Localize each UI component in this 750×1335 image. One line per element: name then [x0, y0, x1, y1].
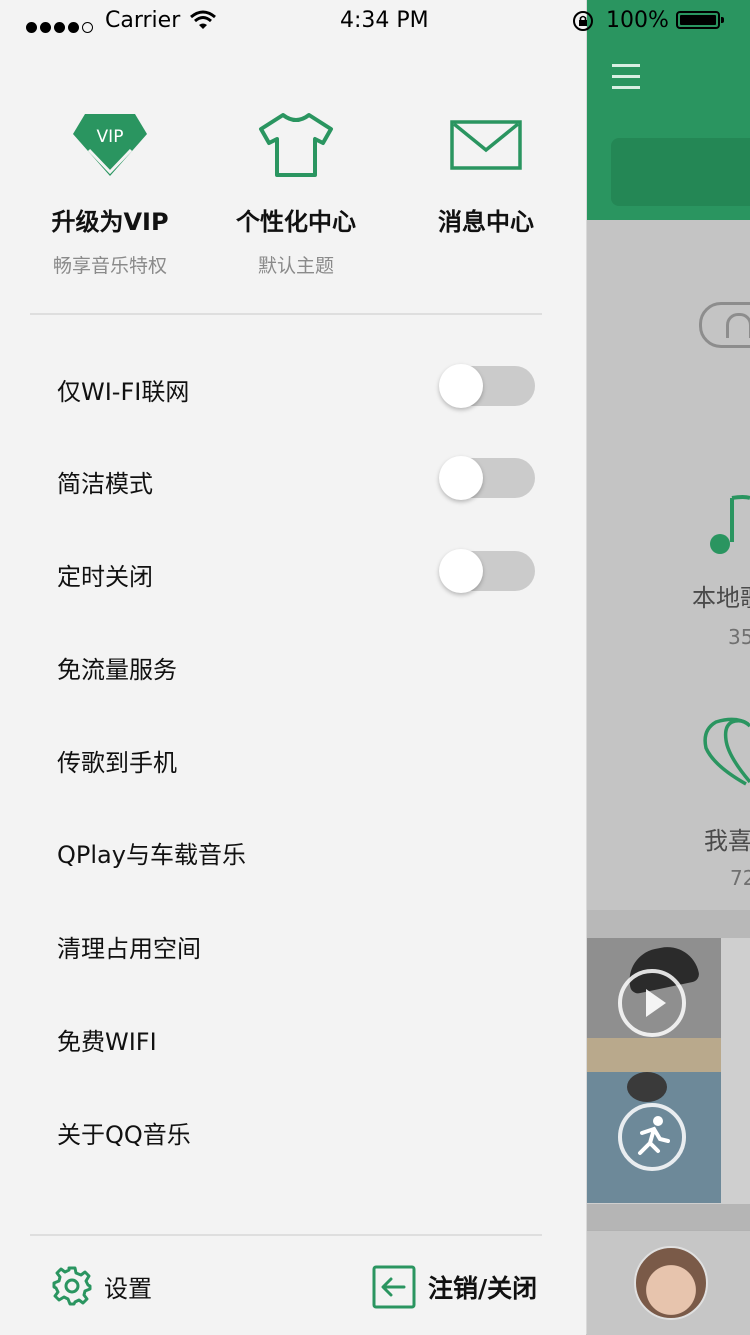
menu-item-label: 清理占用空间 [57, 935, 201, 963]
heart-icon [703, 717, 750, 786]
listen-pill-button[interactable] [699, 302, 750, 348]
message-center-title: 消息中心 [438, 208, 534, 236]
hamburger-menu-icon[interactable] [612, 64, 640, 90]
menu-item-free-data[interactable]: 免流量服务 [57, 636, 537, 696]
menu-item-label: 简洁模式 [57, 470, 153, 498]
menu-item-label: 定时关闭 [57, 563, 153, 591]
logout-close-button[interactable]: 注销/关闭 [372, 1264, 537, 1310]
local-songs-count: 35 [728, 625, 750, 649]
music-note-icon [710, 495, 750, 554]
personalization-center-title: 个性化中心 [236, 208, 356, 236]
menu-item-label: QPlay与车载音乐 [57, 841, 246, 869]
simple-mode-toggle[interactable] [439, 456, 535, 500]
divider [30, 313, 542, 315]
battery-icon [676, 11, 724, 29]
upgrade-vip-button[interactable]: VIP 升级为VIP 畅享音乐特权 [20, 100, 200, 278]
favorites-label[interactable]: 我喜 [704, 821, 750, 856]
battery-percentage: 100% [606, 8, 669, 33]
menu-item-label: 关于QQ音乐 [57, 1121, 191, 1149]
headphones-icon [726, 313, 750, 338]
menu-item-label: 传歌到手机 [57, 749, 177, 777]
status-bar: Carrier 4:34 PM 100% [0, 0, 750, 40]
menu-item-simple-mode[interactable]: 简洁模式 [57, 450, 537, 510]
menu-item-transfer-songs[interactable]: 传歌到手机 [57, 729, 537, 789]
personalization-center-button[interactable]: 个性化中心 默认主题 [206, 100, 386, 278]
menu-item-wifi-only[interactable]: 仅WI-FI联网 [57, 358, 537, 418]
wifi-icon [190, 10, 216, 29]
tshirt-icon [259, 113, 333, 177]
rotation-lock-icon [573, 11, 593, 31]
play-icon[interactable] [618, 969, 686, 1037]
menu-item-free-wifi[interactable]: 免费WIFI [57, 1008, 537, 1068]
gear-icon [52, 1266, 92, 1306]
playlist-thumbnail[interactable] [587, 938, 721, 1072]
signal-strength-icon [26, 14, 96, 39]
settings-label: 设置 [104, 1274, 152, 1303]
timer-close-toggle[interactable] [439, 549, 535, 593]
side-drawer: VIP 升级为VIP 畅享音乐特权 个性化中心 默认主题 消息中心 仅WI-FI… [0, 0, 587, 1334]
personalization-center-subtitle: 默认主题 [257, 255, 334, 277]
logout-close-label: 注销/关闭 [428, 1274, 538, 1303]
local-songs-label[interactable]: 本地歌 [692, 578, 750, 613]
menu-item-timer-close[interactable]: 定时关闭 [57, 543, 537, 603]
menu-item-label: 免流量服务 [57, 656, 177, 684]
upgrade-vip-subtitle: 畅享音乐特权 [52, 255, 167, 277]
running-icon[interactable] [618, 1103, 686, 1171]
upgrade-vip-title: 升级为VIP [51, 208, 169, 236]
clock: 4:34 PM [340, 8, 429, 33]
menu-item-clear-storage[interactable]: 清理占用空间 [57, 915, 537, 975]
svg-text:VIP: VIP [97, 127, 124, 147]
wifi-only-toggle[interactable] [439, 364, 535, 408]
section-divider [586, 1204, 750, 1230]
search-bar[interactable] [611, 138, 750, 206]
vip-diamond-icon: VIP [73, 114, 147, 176]
menu-item-qplay[interactable]: QPlay与车载音乐 [57, 821, 537, 881]
divider [30, 1234, 542, 1236]
menu-item-label: 仅WI-FI联网 [57, 378, 190, 406]
menu-item-label: 免费WIFI [57, 1028, 157, 1056]
section-divider [586, 910, 750, 938]
settings-button[interactable]: 设置 [52, 1264, 152, 1308]
running-thumbnail[interactable] [587, 1072, 721, 1203]
logout-icon [372, 1265, 416, 1309]
message-center-button[interactable]: 消息中心 [396, 100, 576, 251]
carrier-name: Carrier [105, 8, 181, 33]
envelope-icon [450, 120, 522, 170]
menu-item-about[interactable]: 关于QQ音乐 [57, 1101, 537, 1161]
favorites-count: 72 [730, 866, 750, 890]
avatar[interactable] [634, 1246, 708, 1320]
